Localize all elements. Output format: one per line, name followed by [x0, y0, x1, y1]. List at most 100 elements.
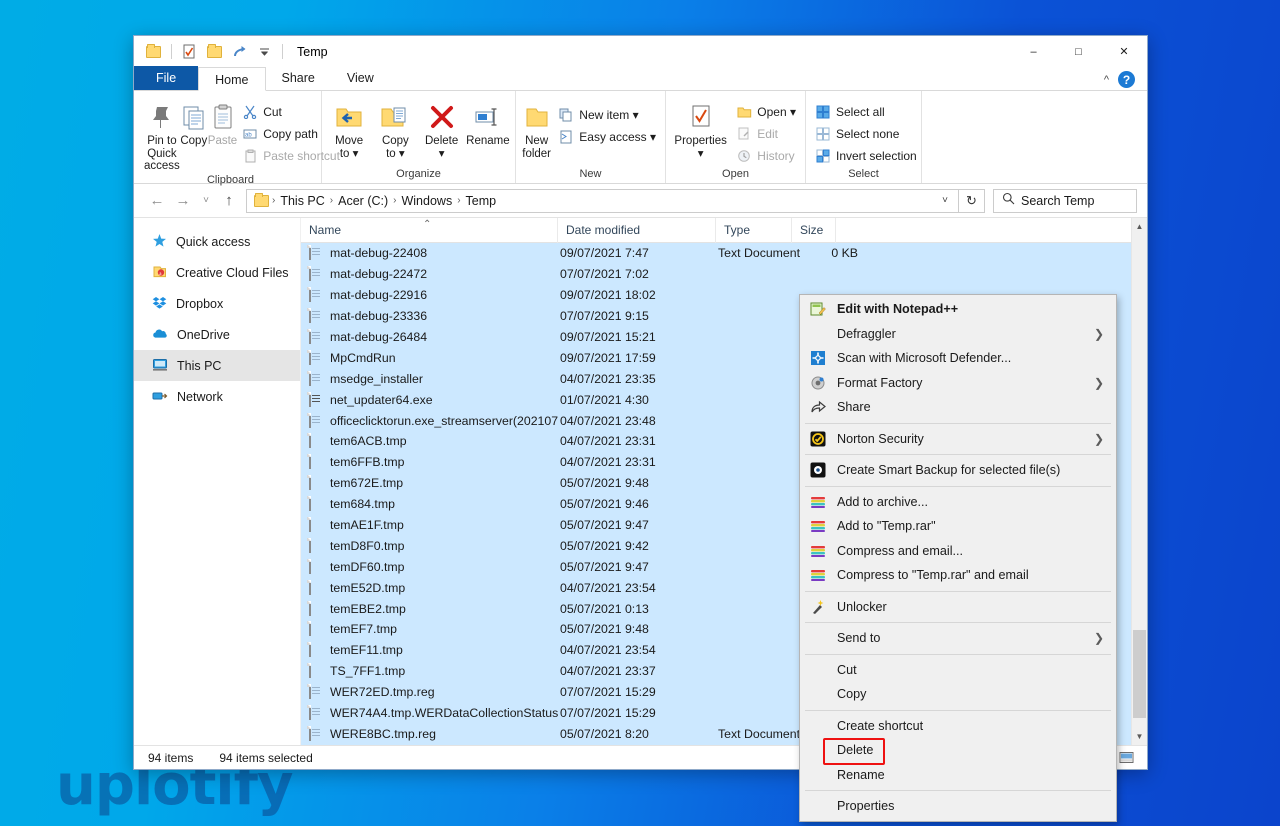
menu-item-compress-and-email[interactable]: Compress and email...	[800, 539, 1116, 564]
history-button[interactable]: History	[731, 145, 801, 167]
new-item-button[interactable]: New item ▾	[553, 104, 661, 126]
table-row[interactable]: mat-debug-22472 07/07/2021 7:02	[301, 263, 1131, 285]
smart-backup-icon	[808, 462, 828, 478]
file-size-cell: 0 KB	[831, 246, 858, 261]
address-bar-row: ← → ˅ ↑ › This PC › Acer (C:) › Windows …	[134, 184, 1147, 217]
norton-icon	[808, 431, 828, 447]
table-row[interactable]: mat-debug-22408 09/07/2021 7:47 Text Docum…	[301, 243, 1131, 264]
scrollbar-track[interactable]	[1132, 235, 1148, 728]
chevron-up-icon[interactable]: ^	[1104, 74, 1109, 86]
delete-button[interactable]: Delete ▾	[419, 94, 465, 160]
sidebar-item-network[interactable]: Network	[134, 381, 300, 412]
breadcrumb-windows[interactable]: Windows	[397, 191, 456, 211]
folder-icon[interactable]	[142, 41, 165, 63]
tab-file[interactable]: File	[134, 66, 199, 90]
breadcrumb-this-pc[interactable]: This PC	[276, 191, 328, 211]
maximize-button[interactable]: □	[1056, 36, 1101, 67]
menu-item-cut[interactable]: Cut	[800, 658, 1116, 683]
tab-share[interactable]: Share	[266, 66, 331, 90]
menu-item-norton-security[interactable]: Norton Security ❯	[800, 427, 1116, 452]
menu-item-unlocker[interactable]: Unlocker	[800, 595, 1116, 620]
pin-to-quick-access-button[interactable]: Pin to Quick access	[144, 94, 180, 173]
move-to-button[interactable]: Move to ▾	[326, 94, 372, 160]
sidebar-item-quick-access[interactable]: Quick access	[134, 226, 300, 257]
select-all-button[interactable]: Select all	[810, 101, 922, 123]
breadcrumb-acer-c[interactable]: Acer (C:)	[334, 191, 392, 211]
menu-item-share[interactable]: Share	[800, 395, 1116, 420]
context-menu[interactable]: Edit with Notepad++ Defraggler ❯ Scan with …	[799, 294, 1117, 822]
menu-item-properties[interactable]: Properties	[800, 794, 1116, 819]
menu-item-rename[interactable]: Rename	[800, 763, 1116, 788]
help-icon[interactable]: ?	[1118, 71, 1135, 88]
tab-view[interactable]: View	[331, 66, 390, 90]
close-button[interactable]: ✕	[1101, 36, 1147, 67]
column-header-type[interactable]: Type	[716, 217, 792, 243]
menu-item-copy[interactable]: Copy	[800, 682, 1116, 707]
file-type-cell: Text Document	[718, 246, 801, 261]
menu-item-label: Share	[837, 400, 871, 415]
menu-item-format-factory[interactable]: Format Factory ❯	[800, 371, 1116, 396]
menu-item-send-to[interactable]: Send to ❯	[800, 626, 1116, 651]
copy-button[interactable]: Copy	[180, 94, 208, 148]
scroll-down-arrow-icon[interactable]: ▼	[1132, 728, 1148, 745]
search-input[interactable]: Search Temp	[1021, 194, 1094, 208]
column-header-date-modified[interactable]: Date modified	[558, 217, 716, 243]
new-folder-button[interactable]: New folder	[520, 94, 553, 160]
select-none-icon	[815, 126, 831, 142]
menu-item-compress-to-temp-rar-and-email[interactable]: Compress to "Temp.rar" and email	[800, 563, 1116, 588]
scrollbar-thumb[interactable]	[1132, 630, 1146, 718]
minimize-button[interactable]: –	[1011, 36, 1056, 67]
menu-item-label: Compress to "Temp.rar" and email	[837, 568, 1029, 583]
redo-icon[interactable]	[228, 41, 251, 63]
paste-button[interactable]: Paste	[208, 94, 237, 148]
column-header-name[interactable]: Name ⌃	[301, 217, 558, 243]
network-icon	[152, 388, 168, 406]
select-all-label: Select all	[836, 105, 885, 119]
customize-dropdown-icon[interactable]	[253, 41, 276, 63]
menu-item-delete[interactable]: Delete	[800, 738, 1116, 763]
menu-item-add-to-temp-rar[interactable]: Add to "Temp.rar"	[800, 514, 1116, 539]
tab-home[interactable]: Home	[198, 67, 266, 91]
recent-locations-button[interactable]: ˅	[196, 188, 216, 214]
copy-to-button[interactable]: Copy to ▾	[372, 94, 418, 160]
open-button[interactable]: Open ▾	[731, 101, 801, 123]
file-name-label: temE52D.tmp	[330, 580, 406, 595]
properties-icon[interactable]	[178, 41, 201, 63]
file-name-cell: temAE1F.tmp	[301, 517, 558, 533]
winrar-icon	[808, 567, 828, 583]
sidebar-item-this-pc[interactable]: This PC	[134, 350, 300, 381]
sidebar-item-creative-cloud-files[interactable]: a Creative Cloud Files	[134, 257, 300, 288]
sidebar-item-dropbox[interactable]: Dropbox	[134, 288, 300, 319]
address-bar[interactable]: › This PC › Acer (C:) › Windows › Temp ˅	[246, 188, 959, 213]
large-icons-view-icon[interactable]	[1115, 748, 1137, 768]
menu-item-defraggler[interactable]: Defraggler ❯	[800, 322, 1116, 347]
chevron-down-icon[interactable]: ˅	[934, 195, 956, 206]
edit-button[interactable]: Edit	[731, 123, 801, 145]
menu-item-edit-with-notepad[interactable]: Edit with Notepad++	[800, 297, 1116, 322]
up-button[interactable]: ↑	[216, 188, 242, 214]
rename-button[interactable]: Rename	[465, 94, 511, 148]
file-type-cell: Text Document	[718, 726, 801, 741]
menu-item-create-smart-backup-for-selected-file-s[interactable]: Create Smart Backup for selected file(s)	[800, 458, 1116, 483]
properties-label-line2: ▾	[697, 147, 704, 160]
new-folder-icon[interactable]	[203, 41, 226, 63]
menu-item-create-shortcut[interactable]: Create shortcut	[800, 714, 1116, 739]
menu-item-scan-with-microsoft-defender[interactable]: Scan with Microsoft Defender...	[800, 346, 1116, 371]
back-button[interactable]: ←	[144, 188, 170, 214]
exe-document-icon	[309, 391, 323, 408]
column-header-size[interactable]: Size	[792, 217, 836, 243]
sidebar-item-onedrive[interactable]: OneDrive	[134, 319, 300, 350]
refresh-button[interactable]: ↻	[959, 188, 985, 213]
vertical-scrollbar[interactable]: ▲ ▼	[1131, 218, 1147, 745]
properties-button[interactable]: Properties ▾	[670, 94, 731, 160]
forward-button[interactable]: →	[170, 188, 196, 214]
search-box[interactable]: Search Temp	[993, 188, 1137, 213]
select-none-button[interactable]: Select none	[810, 123, 922, 145]
desktop-background: uplotify Temp – □ ✕ File Home Share View…	[0, 0, 1280, 826]
easy-access-button[interactable]: Easy access ▾	[553, 126, 661, 148]
invert-selection-button[interactable]: Invert selection	[810, 145, 922, 167]
menu-item-label: Copy	[837, 687, 867, 702]
menu-item-add-to-archive[interactable]: Add to archive...	[800, 490, 1116, 515]
breadcrumb-temp[interactable]: Temp	[462, 191, 501, 211]
scroll-up-arrow-icon[interactable]: ▲	[1132, 218, 1148, 235]
